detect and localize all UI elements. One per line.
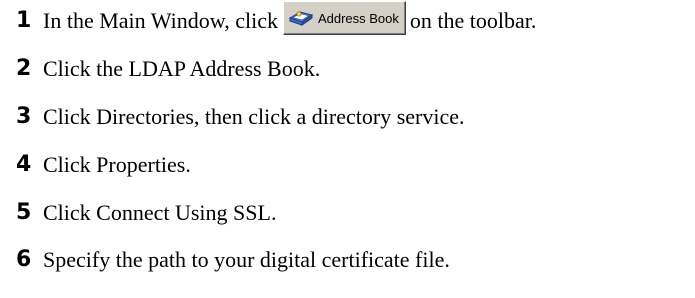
address-book-icon: [288, 11, 314, 26]
step-text: Click the LDAP Address Book.: [43, 56, 321, 81]
step-1: 1 In the Main Window, click Address Book…: [16, 1, 537, 38]
step-text: Specify the path to your digital certifi…: [43, 247, 450, 272]
step-4: 4 Click Properties.: [16, 148, 191, 182]
step-text: Click Properties.: [43, 152, 191, 177]
step-number: 5: [16, 200, 32, 225]
step-text: In the Main Window, click: [43, 8, 278, 33]
step-3: 3 Click Directories, then click a direct…: [16, 100, 465, 134]
step-text: Click Directories, then click a director…: [43, 104, 465, 129]
step-text: Click Connect Using SSL.: [43, 200, 277, 225]
address-book-button-label: Address Book: [317, 10, 399, 26]
step-6: 6 Specify the path to your digital certi…: [16, 243, 450, 277]
step-text-suffix: on the toolbar.: [409, 8, 537, 33]
address-book-button[interactable]: Address Book: [282, 1, 406, 35]
step-number: 6: [16, 247, 32, 272]
step-number: 1: [16, 8, 32, 33]
step-2: 2 Click the LDAP Address Book.: [16, 52, 320, 86]
step-number: 2: [16, 56, 32, 81]
step-number: 3: [16, 104, 32, 129]
step-5: 5 Click Connect Using SSL.: [16, 196, 276, 230]
step-number: 4: [16, 152, 32, 177]
